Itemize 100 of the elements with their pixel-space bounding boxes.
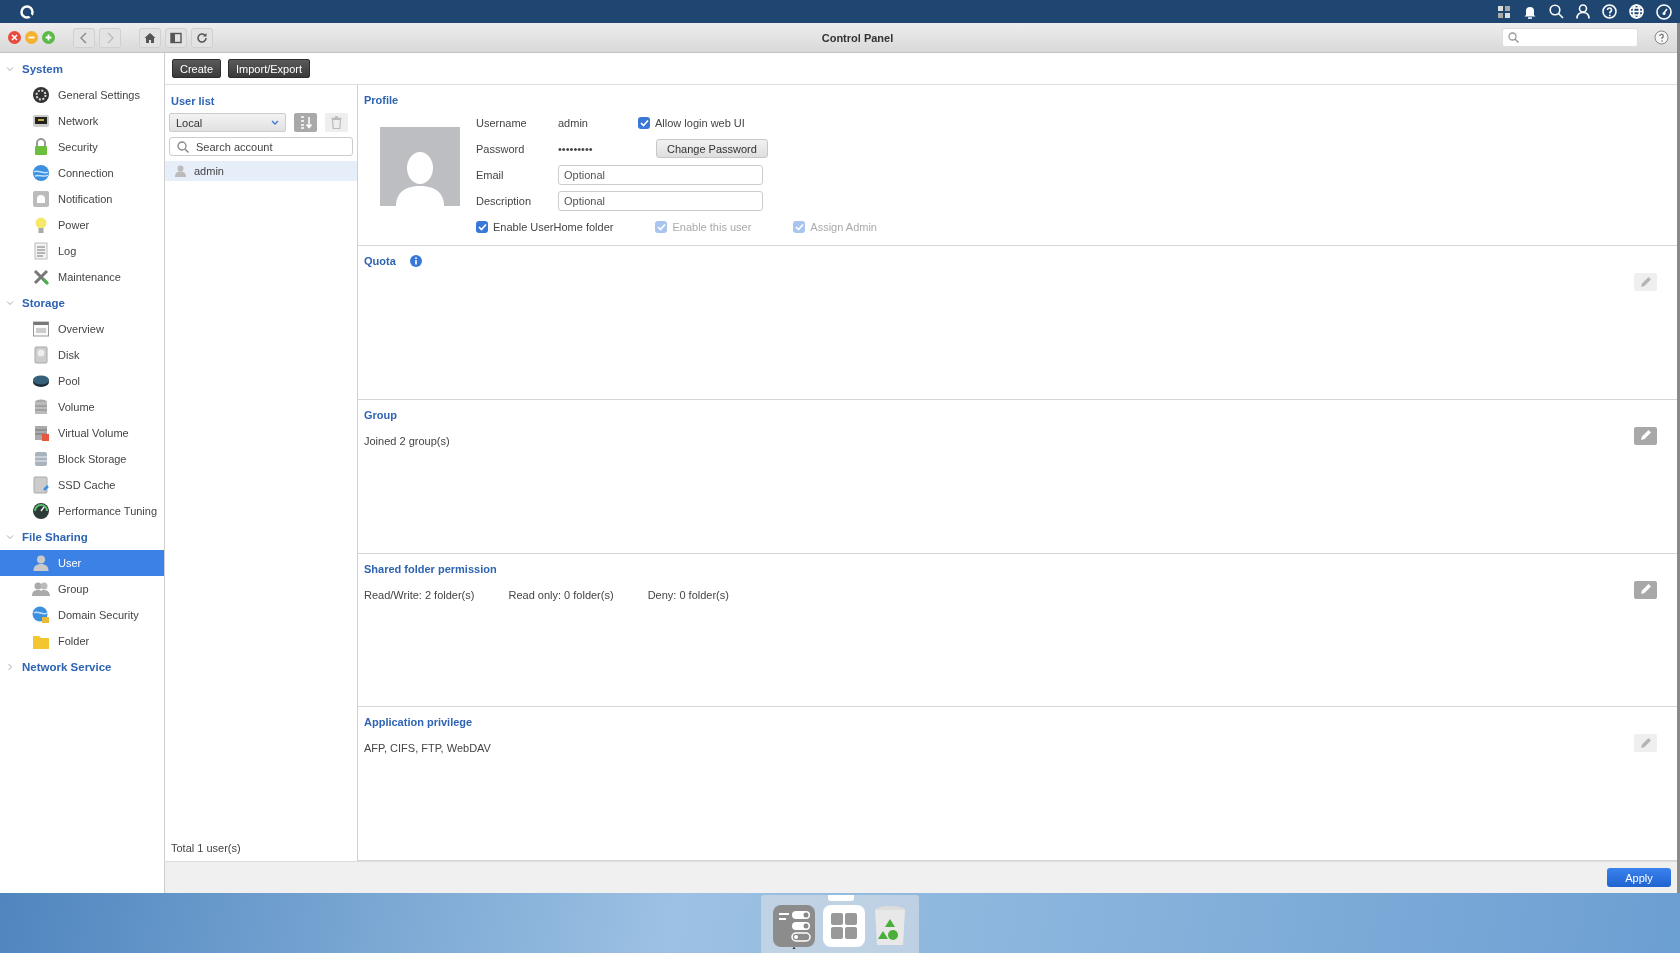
section-title: Quota (364, 255, 396, 267)
sidebar-group-label: System (22, 63, 63, 75)
sidebar-item[interactable]: Connection (0, 160, 164, 186)
sidebar-item[interactable]: Maintenance (0, 264, 164, 290)
list-icon (32, 242, 50, 260)
sidebar-item[interactable]: Notification (0, 186, 164, 212)
sidebar-group-header[interactable]: File Sharing (0, 524, 164, 550)
section-text: Read only: 0 folder(s) (508, 588, 614, 601)
recycle-bin-icon[interactable] (873, 905, 907, 947)
sidebar-item[interactable]: SSD Cache (0, 472, 164, 498)
checkbox-label: Allow login web UI (655, 116, 745, 129)
gauge-icon (32, 502, 50, 520)
dock-handle[interactable] (828, 895, 854, 901)
sort-icon (298, 116, 313, 129)
pencil-icon (1639, 583, 1652, 596)
maximize-icon[interactable] (42, 31, 55, 44)
section-title: Shared folder permission (364, 562, 497, 575)
drive-icon (32, 476, 50, 494)
app-grid-icon[interactable] (823, 905, 865, 947)
sidebar-item[interactable]: Domain Security (0, 602, 164, 628)
sidebar-item[interactable]: Network (0, 108, 164, 134)
gauge-icon[interactable] (1656, 3, 1672, 20)
caret-icon (271, 119, 279, 126)
sidebar-group-label: Storage (22, 297, 65, 309)
field-label: Email (476, 168, 505, 181)
user-icon (32, 554, 50, 572)
password-value: ••••••••• (558, 142, 594, 155)
user-list-item[interactable]: admin (165, 161, 357, 181)
user-count: Total 1 user(s) (170, 842, 242, 856)
logo-icon[interactable] (20, 4, 34, 19)
grid-icon[interactable] (1497, 4, 1511, 19)
info-icon[interactable] (409, 255, 422, 267)
import-export-button[interactable]: Import/Export (228, 59, 311, 78)
pencil-icon (1639, 429, 1652, 443)
sidebar-item[interactable]: Block Storage (0, 446, 164, 472)
sidebar-item[interactable]: Group (0, 576, 164, 602)
sidebar-item[interactable]: Pool (0, 368, 164, 394)
field-value: admin (558, 116, 589, 129)
edit-button[interactable] (1634, 426, 1657, 445)
ethernet-port-icon (32, 112, 50, 130)
drive-icon (32, 346, 50, 364)
sidebar-item[interactable]: Virtual Volume (0, 420, 164, 446)
section-text: AFP, CIFS, FTP, WebDAV (364, 742, 491, 755)
field-label: Password (476, 142, 526, 155)
email-field[interactable]: Optional (558, 164, 763, 185)
globe-icon[interactable] (1629, 4, 1644, 19)
panel-title: User list (170, 94, 216, 109)
search-icon (177, 141, 189, 153)
home-button[interactable] (139, 27, 161, 48)
sidebar-item[interactable]: User (0, 550, 164, 576)
create-button[interactable]: Create (172, 59, 222, 78)
back-button[interactable] (73, 27, 95, 48)
change-password-button[interactable]: Change Password (656, 139, 768, 158)
sidebar-item[interactable]: Security (0, 134, 164, 160)
close-icon[interactable] (8, 31, 21, 44)
sidebar-item[interactable]: Overview (0, 316, 164, 342)
toggles-icon[interactable] (773, 905, 815, 949)
minimize-icon[interactable] (25, 31, 38, 44)
stack-icon (32, 398, 50, 416)
stack-icon (32, 450, 50, 468)
sidebar-group-header[interactable]: Storage (0, 290, 164, 316)
description-field[interactable]: Optional (558, 190, 763, 211)
pencil-icon (1639, 736, 1652, 750)
user-icon (175, 165, 186, 177)
refresh-icon (196, 31, 208, 44)
section-text: Joined 2 group(s) (364, 434, 450, 447)
sidebar-item[interactable]: Volume (0, 394, 164, 420)
delete-button[interactable] (325, 113, 348, 132)
search-field[interactable]: Search account (169, 137, 353, 156)
sidebar-group-label: Network Service (22, 661, 112, 673)
trash-icon (331, 116, 342, 129)
field-label: Username (476, 116, 528, 129)
sidebar-item[interactable]: Folder (0, 628, 164, 654)
checkmark-icon (477, 222, 487, 231)
source-dropdown[interactable]: Local (169, 113, 286, 132)
sidebar-item[interactable]: Disk (0, 342, 164, 368)
checkbox-label: Enable UserHome folder (493, 220, 614, 233)
edit-button[interactable] (1634, 580, 1657, 599)
sort-button[interactable] (294, 113, 317, 132)
user-icon[interactable] (1576, 4, 1590, 19)
sidebar-item[interactable]: General Settings (0, 82, 164, 108)
refresh-button[interactable] (191, 27, 213, 48)
users-icon (32, 580, 50, 598)
pencil-icon (1639, 275, 1652, 289)
panel-icon (170, 31, 182, 44)
sidebar-item[interactable]: Performance Tuning (0, 498, 164, 524)
panel-button[interactable] (165, 27, 187, 48)
section-title: Profile (364, 94, 399, 106)
sidebar-group-header[interactable]: Network Service (0, 654, 164, 680)
checkbox[interactable] (638, 116, 650, 129)
sidebar-group-header[interactable]: System (0, 56, 164, 82)
sidebar-item[interactable]: Power (0, 212, 164, 238)
checkbox[interactable] (476, 220, 488, 233)
sidebar-group-label: File Sharing (22, 531, 88, 543)
search-icon[interactable] (1549, 4, 1564, 19)
globe-icon (32, 606, 50, 624)
gear-icon (32, 86, 50, 104)
search-field[interactable] (1502, 28, 1638, 47)
sidebar-item[interactable]: Log (0, 238, 164, 264)
apply-button[interactable]: Apply (1607, 868, 1671, 887)
